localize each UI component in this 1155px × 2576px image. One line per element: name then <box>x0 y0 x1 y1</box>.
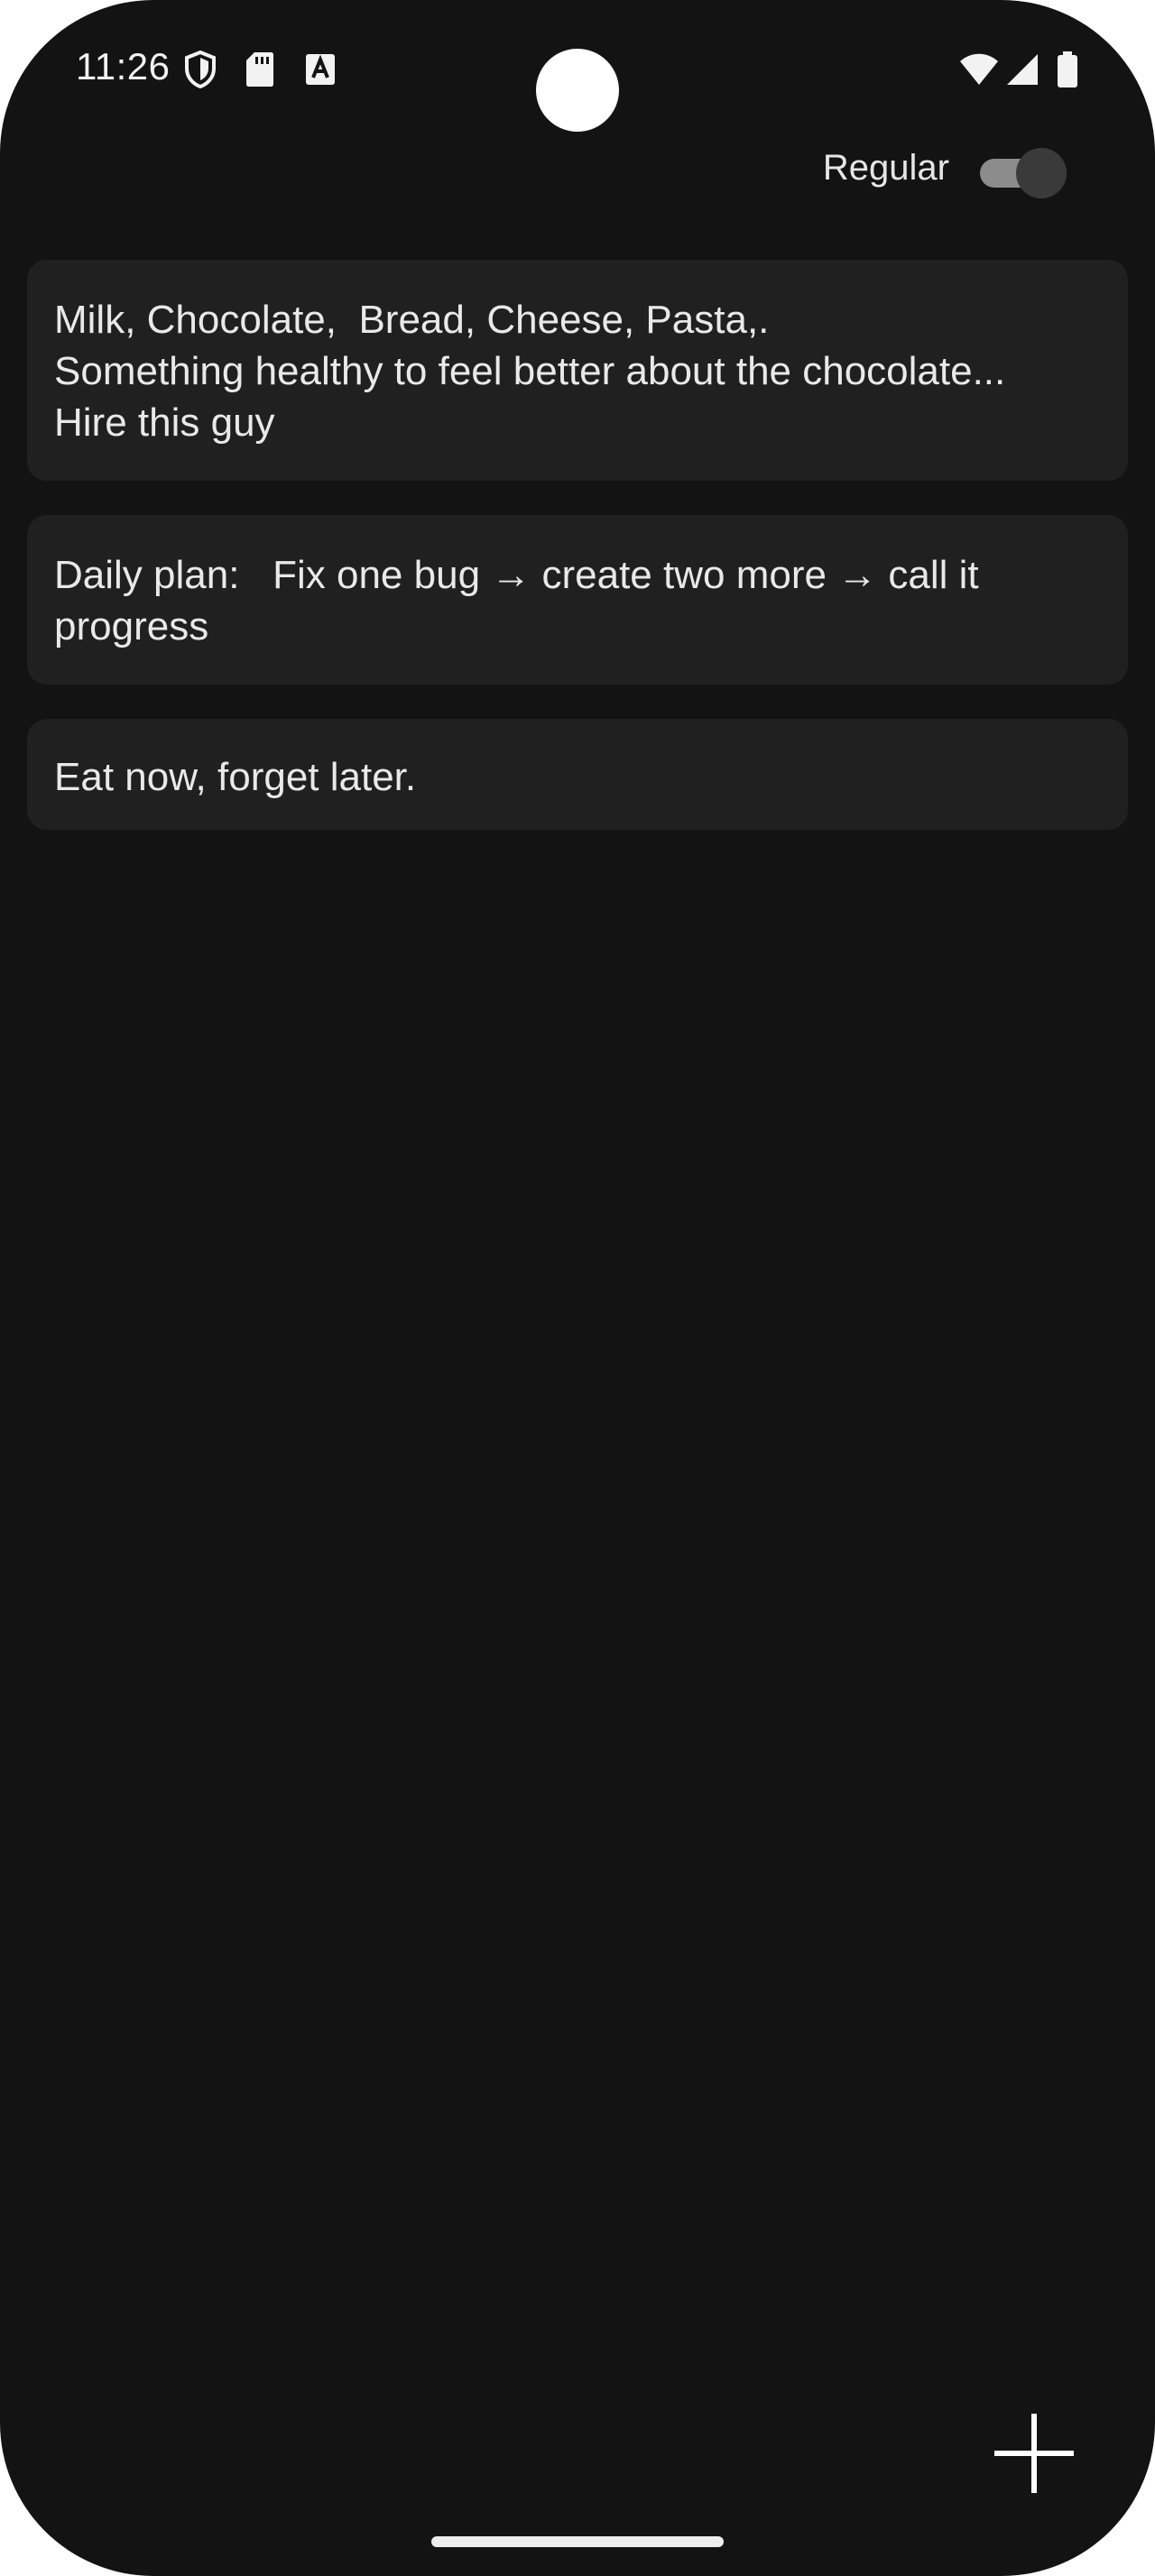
note-text: Daily plan: Fix one bug → create two mor… <box>54 553 990 649</box>
note-text: Milk, Chocolate, Bread, Cheese, Pasta,. … <box>54 298 1006 445</box>
notes-list: Milk, Chocolate, Bread, Cheese, Pasta,. … <box>27 260 1128 864</box>
font-a-icon <box>306 54 335 85</box>
battery-icon <box>1058 51 1077 87</box>
note-text: Eat now, forget later. <box>54 755 417 799</box>
phone-screen: 11:26 Regular Milk, Chocolate, Bread, Ch… <box>0 0 1155 2576</box>
note-card[interactable]: Eat now, forget later. <box>27 719 1128 830</box>
sd-card-icon <box>246 52 273 87</box>
home-indicator[interactable] <box>431 2536 724 2547</box>
toggle-label: Regular <box>822 148 949 188</box>
note-card[interactable]: Daily plan: Fix one bug → create two mor… <box>27 515 1128 685</box>
note-card[interactable]: Milk, Chocolate, Bread, Cheese, Pasta,. … <box>27 260 1128 481</box>
shield-icon <box>185 51 216 88</box>
regular-toggle[interactable] <box>980 146 1068 198</box>
wifi-icon <box>960 53 998 85</box>
toggle-thumb <box>1016 148 1067 198</box>
add-note-button[interactable] <box>989 2408 1079 2498</box>
status-bar: 11:26 <box>0 0 1155 135</box>
signal-icon <box>1007 54 1038 85</box>
top-bar: Regular <box>0 135 1155 253</box>
plus-icon <box>994 2414 1074 2493</box>
camera-cutout <box>536 49 619 132</box>
status-time: 11:26 <box>76 45 171 87</box>
